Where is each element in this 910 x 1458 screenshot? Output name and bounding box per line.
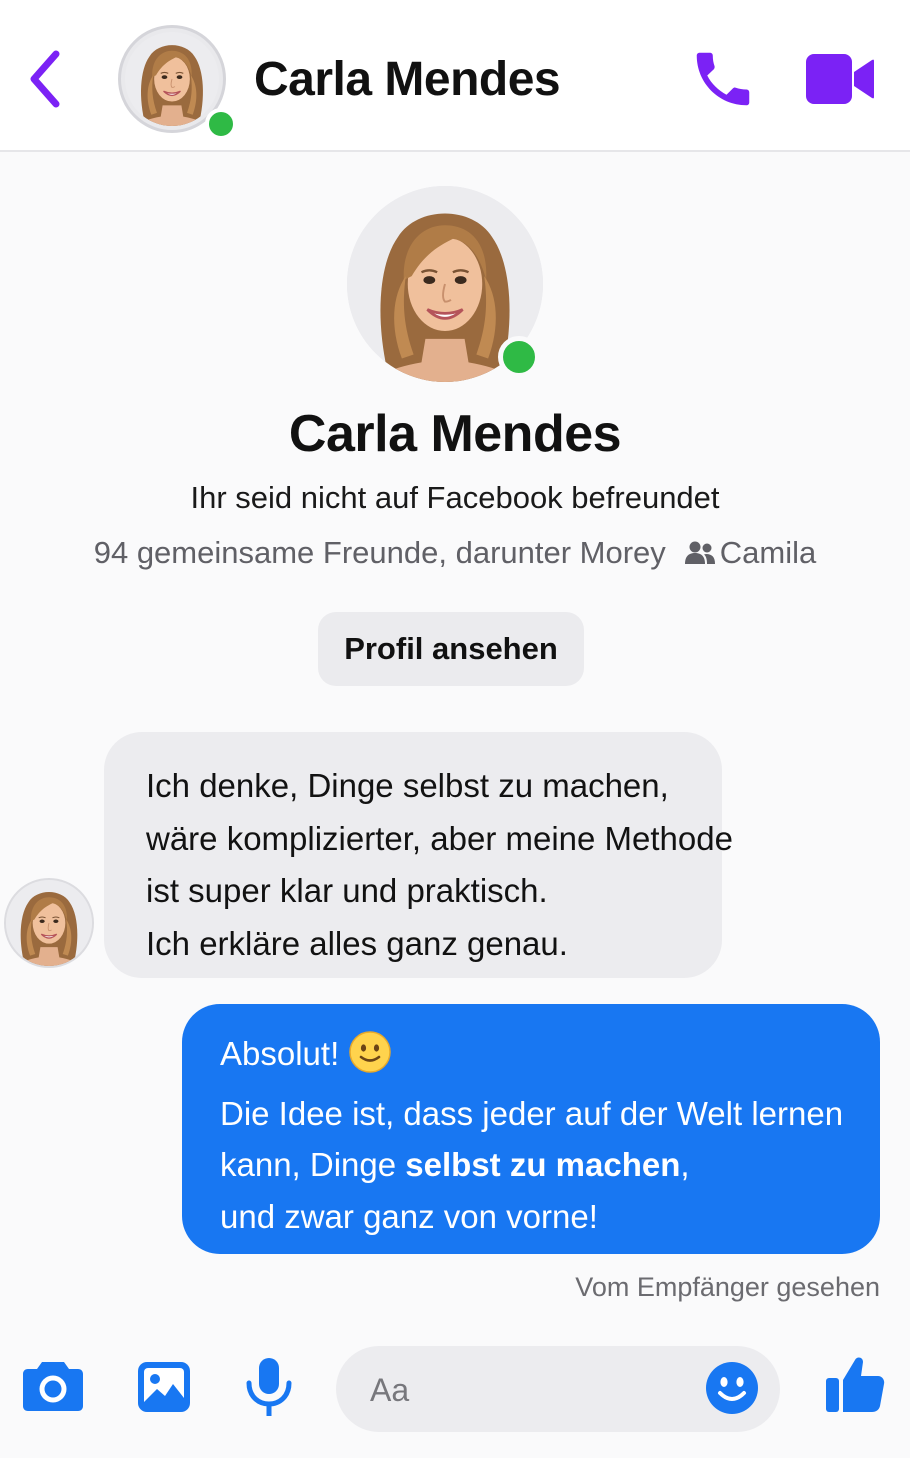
message-composer: [0, 1340, 910, 1458]
microphone-button[interactable]: [242, 1356, 296, 1423]
camera-icon: [23, 1362, 83, 1411]
emoji-button[interactable]: [704, 1360, 760, 1416]
sender-avatar[interactable]: [4, 878, 94, 968]
message-line: wäre komplizierter, aber meine Methode: [146, 819, 733, 857]
emoji-icon: [706, 1362, 758, 1414]
friend-status-text: Ihr seid nicht auf Facebook befreundet: [190, 480, 720, 515]
friends-group-icon: [684, 537, 716, 573]
message-line: Ich denke, Dinge selbst zu machen,: [146, 767, 669, 804]
video-call-button[interactable]: [804, 50, 876, 108]
slightly-smiling-emoji-icon: [349, 1031, 391, 1088]
message-line: Absolut!: [220, 1028, 860, 1088]
header-avatar[interactable]: [118, 25, 237, 140]
microphone-icon: [246, 1358, 292, 1416]
message-line: kann, Dinge selbst zu machen,: [220, 1139, 860, 1191]
back-chevron-icon: [30, 50, 60, 108]
profile-avatar[interactable]: [347, 186, 543, 382]
message-bold-text: selbst zu machen: [405, 1146, 681, 1183]
seen-receipt: Vom Empfänger gesehen: [575, 1272, 880, 1302]
mutual-friends-text: 94 gemeinsame Freunde, darunter Morey Cam…: [0, 535, 910, 573]
outgoing-message-bubble[interactable]: Absolut! Die Idee ist, dass jeder auf de…: [182, 1004, 880, 1254]
profile-name: Carla Mendes: [288, 405, 622, 463]
contact-photo: [125, 32, 219, 126]
message-line: und zwar ganz von vorne!: [220, 1197, 598, 1235]
message-text: Absolut!: [220, 1035, 340, 1072]
chat-header: Carla Mendes: [0, 0, 910, 152]
view-profile-button[interactable]: Profil ansehen: [318, 612, 584, 686]
back-button[interactable]: [22, 48, 70, 110]
online-indicator: [498, 336, 540, 378]
video-camera-icon: [806, 54, 874, 104]
gallery-button[interactable]: [136, 1360, 192, 1419]
message-input-pill: [336, 1346, 780, 1432]
gallery-icon: [138, 1362, 190, 1412]
contact-name-title[interactable]: Carla Mendes: [254, 52, 561, 107]
message-line: Ich erkläre alles ganz genau.: [146, 924, 568, 962]
thumbs-up-icon: [826, 1357, 885, 1412]
camera-button[interactable]: [22, 1358, 84, 1417]
message-text: ,: [680, 1146, 690, 1183]
like-button[interactable]: [824, 1352, 886, 1419]
message-line: Die Idee ist, dass jeder auf der Welt le…: [220, 1094, 844, 1132]
message-line: ist super klar und praktisch.: [146, 872, 548, 909]
mutual-friends-count: 94 gemeinsame Freunde, darunter Morey: [93, 535, 666, 570]
sender-photo: [6, 880, 92, 966]
message-input[interactable]: [368, 1364, 702, 1416]
incoming-message-bubble[interactable]: Ich denke, Dinge selbst zu machen, wäre …: [104, 732, 733, 978]
phone-icon: [696, 52, 750, 106]
voice-call-button[interactable]: [688, 44, 758, 114]
message-text: kann, Dinge: [220, 1146, 406, 1183]
online-indicator: [205, 108, 237, 140]
mutual-friend-name: Camila: [719, 535, 817, 570]
